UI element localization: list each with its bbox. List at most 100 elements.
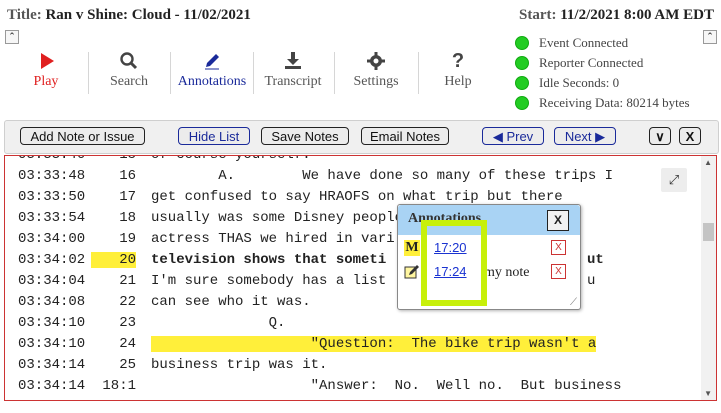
timestamp: 03:33:46 [18,155,86,163]
line-number: 24 [119,336,136,352]
search-button[interactable]: Search [106,50,152,90]
line-number: 17 [119,189,136,205]
expand-icon[interactable]: ⤢ [661,168,687,192]
resize-handle-icon[interactable]: ⟋ [570,297,577,308]
search-icon [106,50,152,72]
status-text: Event Connected [539,35,629,50]
line-number: 22 [119,294,136,310]
transcript-text: I'm sure somebody has a list [151,273,386,289]
transcript-text-content: "Question: The bike trip wasn't a [151,336,597,352]
annotation-note: my note [484,265,530,280]
collapse-header-icon[interactable]: ⌃ [5,30,19,44]
scroll-up-icon[interactable]: ▲ [704,158,712,167]
transcript-text-content: can see who it was. [151,294,311,310]
connection-status: Event Connected Reporter Connected Idle … [515,33,690,113]
status-row: Event Connected [515,33,690,53]
line-number: 18 [119,210,136,226]
timestamp: 03:34:08 [18,294,86,310]
close-list-button[interactable]: X [679,127,701,145]
play-icon [28,50,64,72]
transcript-viewer[interactable]: 03:34:14 18:1 "Answer: No. Well no. But b… [4,155,717,401]
timestamp: 03:34:10 [18,315,86,331]
delete-annotation-button[interactable]: X [551,240,566,255]
highlight-callout-box [421,220,487,306]
transcript-text-content: of course yourself. [151,155,311,163]
transcript-text-content: television shows that someti [151,252,387,268]
green-status-icon [515,36,529,50]
line-number: 19 [119,231,136,247]
next-button[interactable]: Next ▶ [554,127,616,145]
transcript-text: "Answer: No. Well no. But business [151,378,622,394]
transcript-text-tail: u [587,273,596,289]
mark-icon: M [404,240,420,256]
transcript-button[interactable]: Transcript [258,50,328,90]
transcript-text: actress THAS we hired in vari [151,231,395,247]
pencil-icon [173,50,251,72]
transcript-text: get confused to say HRAOFS on what trip … [151,189,563,205]
event-title: Title: Ran v Shine: Cloud - 11/02/2021 [7,7,251,24]
prev-label: Prev [506,129,534,144]
scroll-down-icon[interactable]: ▼ [704,389,712,398]
next-label: Next [564,129,592,144]
timestamp: 03:34:14 [18,378,86,394]
transcript-text-content: actress THAS we hired in vari [151,231,395,247]
transcript-text-content: Q. [151,315,286,331]
toolbar-separator [253,52,254,94]
next-arrow-icon: ▶ [595,129,606,144]
collapse-list-button[interactable]: ∨ [649,127,671,145]
toolbar-separator [170,52,171,94]
transcript-text: "Question: The bike trip wasn't a [151,336,597,352]
transcript-text: television shows that someti [151,252,386,268]
email-notes-button[interactable]: Email Notes [361,127,449,145]
green-status-icon [515,76,529,90]
timestamp: 03:33:54 [18,210,86,226]
timestamp: 03:34:10 [18,336,86,352]
toolbar-separator [334,52,335,94]
settings-label: Settings [353,74,399,89]
line-number: 18:1 [102,378,136,394]
transcript-text: business trip was it. [151,357,327,373]
timestamp: 03:33:48 [18,168,86,184]
transcript-text-content: business trip was it. [151,357,328,373]
toolbar-separator [418,52,419,94]
hide-list-button[interactable]: Hide List [178,127,250,145]
delete-annotation-button[interactable]: X [551,264,566,279]
close-annotations-button[interactable]: X [547,210,569,231]
prev-button[interactable]: ◀ Prev [482,127,544,145]
play-button[interactable]: Play [28,50,64,90]
note-edit-icon [404,264,420,280]
search-label: Search [109,74,149,89]
add-note-button[interactable]: Add Note or Issue [20,127,145,145]
status-row: Idle Seconds: 0 [515,73,690,93]
collapse-status-icon[interactable]: ⌃ [703,30,717,44]
start-value: 11/2/2021 8:00 AM EDT [560,7,714,23]
transcript-text-content: usually was some Disney people [151,210,404,226]
notes-button-bar: Add Note or Issue Hide List Save Notes E… [4,120,719,154]
help-button[interactable]: ? Help [440,50,476,90]
play-label: Play [33,74,59,89]
vertical-scrollbar[interactable]: ▲ ▼ [701,156,716,400]
status-text: Receiving Data: 80214 bytes [539,95,690,110]
bottom-edge [0,404,721,413]
transcript-text-content: I'm sure somebody has a list [151,273,387,289]
annotations-label: Annotations [177,74,247,89]
scrollbar-thumb[interactable] [703,223,714,241]
timestamp: 03:33:50 [18,189,86,205]
status-text: Idle Seconds: 0 [539,75,620,90]
save-notes-button[interactable]: Save Notes [261,127,349,145]
settings-button[interactable]: Settings [348,50,404,90]
prev-arrow-icon: ◀ [492,129,503,144]
start-label: Start: [518,7,557,23]
annotations-button[interactable]: Annotations [173,50,251,90]
line-number: 25 [119,357,136,373]
gear-icon [348,50,404,72]
timestamp: 03:34:14 [18,357,86,373]
transcript-label: Transcript [264,74,322,89]
timestamp: 03:34:02 [18,252,86,268]
line-number: 23 [119,315,136,331]
title-bar: Title: Ran v Shine: Cloud - 11/02/2021 S… [0,0,721,30]
help-label: Help [444,74,472,89]
transcript-text: of course yourself. [151,155,311,163]
transcript-text-tail: ut [587,252,604,268]
start-time: Start: 11/2/2021 8:00 AM EDT [519,7,714,24]
